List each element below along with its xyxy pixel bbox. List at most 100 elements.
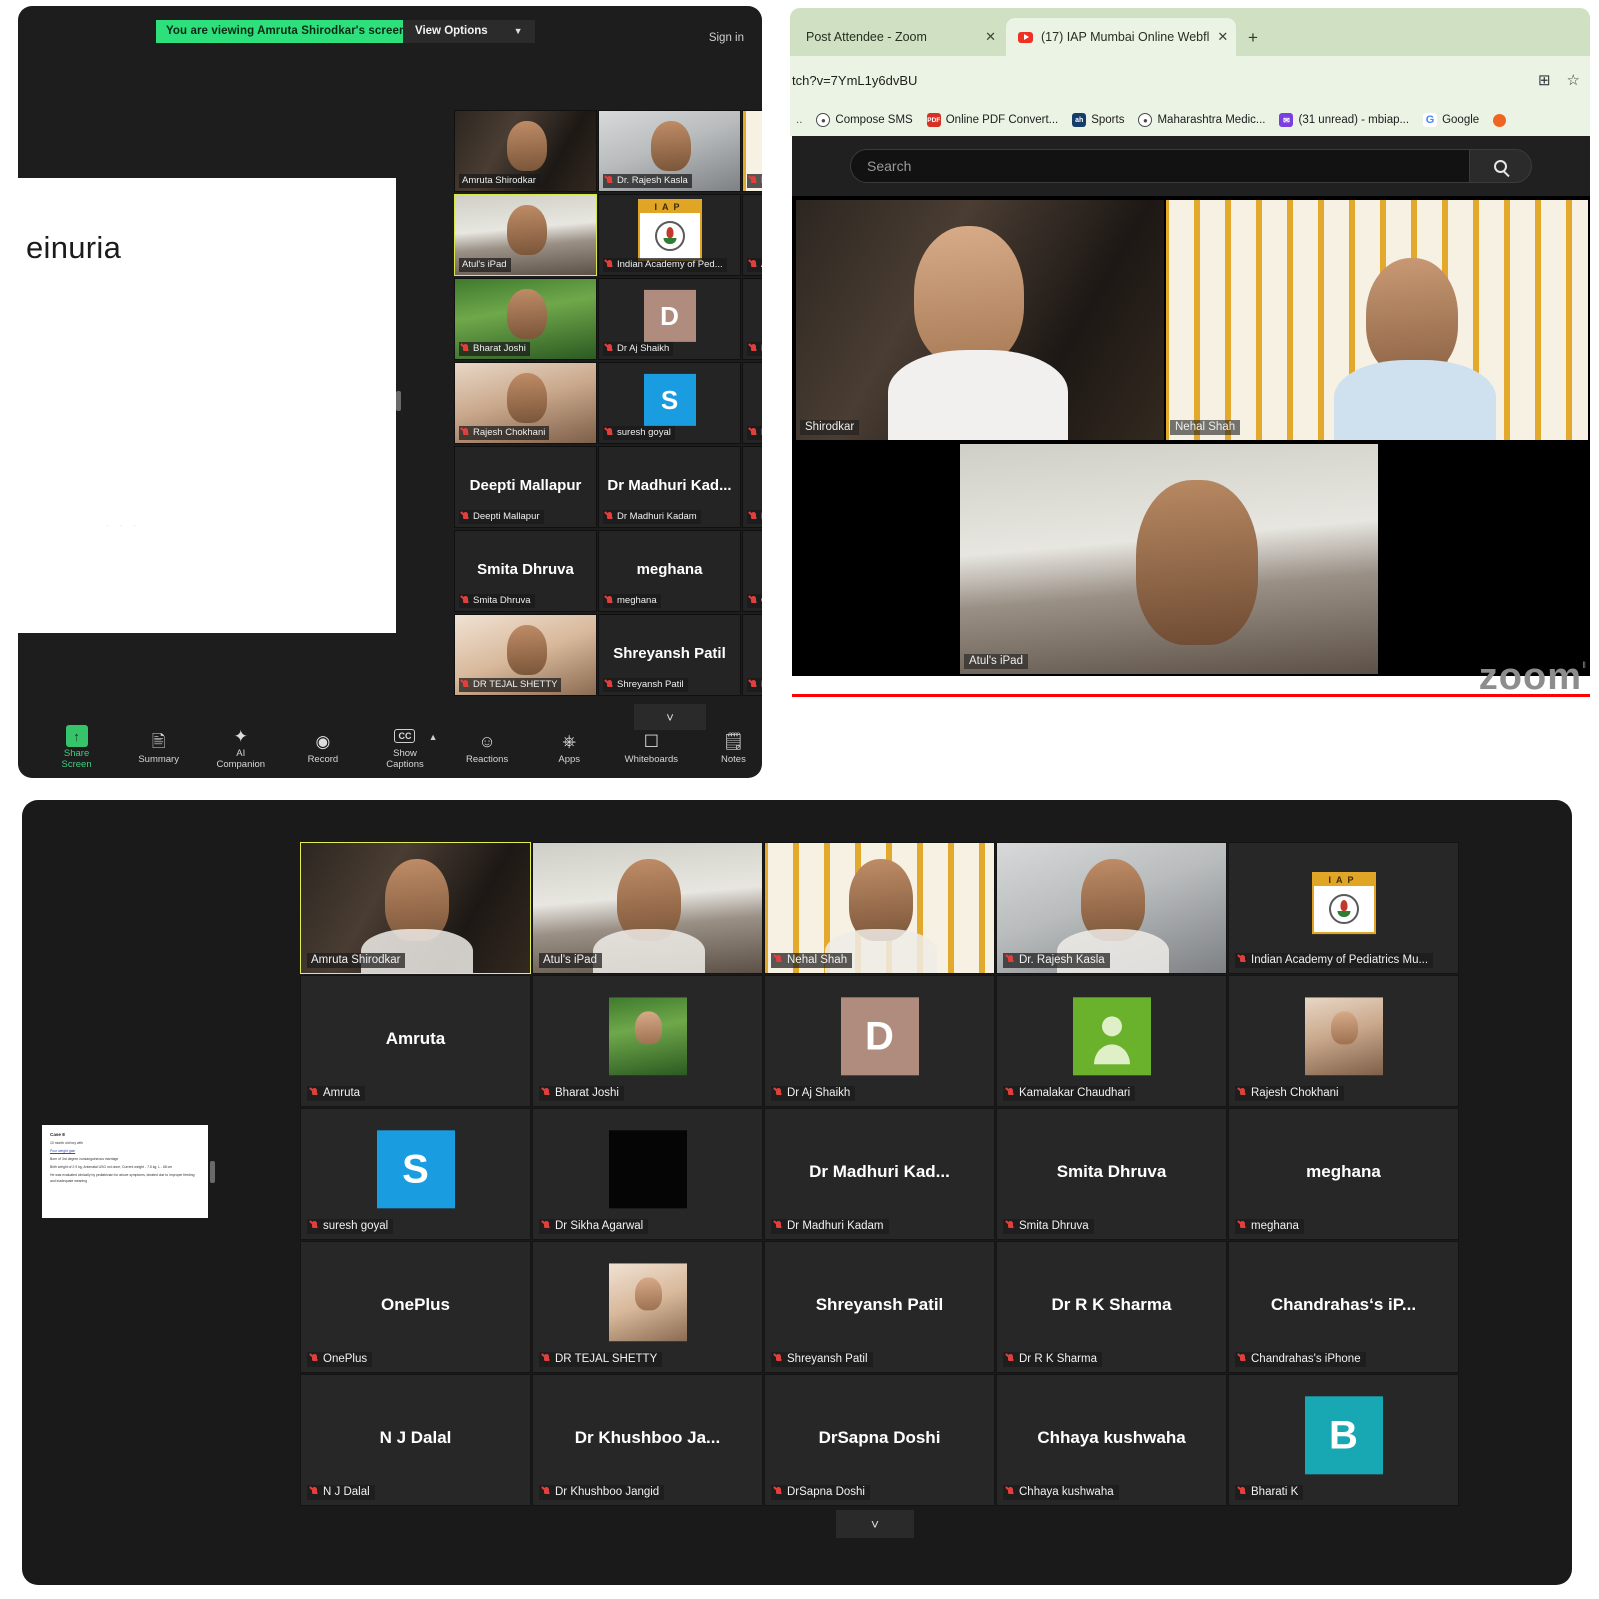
participant-tile[interactable]: Dr R Dr R: [742, 614, 762, 696]
toolbar-notes[interactable]: 🗒 Notes: [705, 730, 762, 765]
search-input[interactable]: Search: [850, 149, 1470, 183]
participant-tile[interactable]: Dr R K Sharma Dr R K Sharma: [996, 1241, 1227, 1373]
participant-tile[interactable]: O OneP: [742, 530, 762, 612]
view-options-button[interactable]: View Options ▼: [403, 20, 535, 43]
toolbar-whiteboards[interactable]: ☐ Whiteboards: [623, 730, 680, 765]
participant-tile[interactable]: DR TEJAL SHETTY: [532, 1241, 763, 1373]
mic-off-icon: [775, 1354, 782, 1364]
toolbar-summary[interactable]: 🖹 Summary: [130, 730, 187, 765]
doc-scroll-grip[interactable]: [210, 1161, 215, 1183]
participant-tile[interactable]: Amruta Amruta: [300, 975, 531, 1107]
participant-tile[interactable]: Bharat Joshi: [454, 278, 597, 360]
participant-tile[interactable]: Dr. S Dr.: [742, 446, 762, 528]
participant-tile[interactable]: Dr Sikha Agarwal: [532, 1108, 763, 1240]
mic-off-icon: [606, 595, 613, 606]
bookmark-compose-sms[interactable]: ● Compose SMS: [816, 113, 913, 127]
bookmark-star-icon[interactable]: ☆: [1567, 71, 1580, 89]
chevron-up-icon[interactable]: ▲: [429, 732, 438, 742]
participant-name-text: Amr: [761, 259, 762, 270]
bookmark-google[interactable]: G Google: [1423, 113, 1479, 127]
participant-display-name: Dr R: [743, 645, 762, 662]
participant-tile[interactable]: Rajesh Chokhani: [454, 362, 597, 444]
livestream-video-stage[interactable]: Shirodkar Nehal Shah Atul's iPad zoom ‖: [792, 196, 1590, 698]
toolbar-share-screen[interactable]: ↑ Share Screen: [48, 724, 105, 770]
sign-in-link[interactable]: Sign in: [709, 32, 744, 44]
participant-tile[interactable]: Dr Khushboo Ja... Dr Khushboo Jangid: [532, 1374, 763, 1506]
participant-tile[interactable]: Kam: [742, 278, 762, 360]
participant-tile[interactable]: Dr. Rajesh Kasla: [996, 842, 1227, 974]
participant-name-text: Chandrahas's iPhone: [1251, 1353, 1361, 1365]
participant-tile[interactable]: meghana meghana: [1228, 1108, 1459, 1240]
participant-name-text: Amruta Shirodkar: [311, 954, 401, 966]
participant-tile[interactable]: Dr Madhuri Kad... Dr Madhuri Kadam: [764, 1108, 995, 1240]
participant-tile[interactable]: OnePlus OnePlus: [300, 1241, 531, 1373]
participant-display-name: Chandrahas‘s iP...: [1270, 1295, 1417, 1314]
toolbar-apps[interactable]: ⎈ Apps: [541, 730, 598, 765]
participant-tile[interactable]: DR TEJAL SHETTY: [454, 614, 597, 696]
participant-name-label: Atul's iPad: [459, 258, 511, 272]
mic-off-icon: [750, 595, 757, 606]
participant-tile[interactable]: D Dr Aj Shaikh: [764, 975, 995, 1107]
participant-tile[interactable]: Dr Sik: [742, 362, 762, 444]
participant-tile[interactable]: Nehal Shah: [764, 842, 995, 974]
participant-tile[interactable]: Amr: [742, 194, 762, 276]
bookmark-maharashtra-medical[interactable]: ● Maharashtra Medic...: [1138, 113, 1265, 127]
browser-tab-zoom[interactable]: Post Attendee - Zoom ✕: [794, 18, 1004, 56]
participant-tile[interactable]: B Bharati K: [1228, 1374, 1459, 1506]
participant-name-text: suresh goyal: [323, 1220, 389, 1232]
participant-tile[interactable]: Dr Madhuri Kad... Dr Madhuri Kadam: [598, 446, 741, 528]
toolbar-ai-companion[interactable]: ✦ AI Companion: [212, 724, 269, 771]
gallery-scroll-down-button-panel-c[interactable]: ˅: [836, 1510, 914, 1538]
participant-name-label: N J Dalal: [307, 1485, 375, 1500]
participant-tile[interactable]: Ssuresh goyal: [300, 1108, 531, 1240]
participant-tile[interactable]: Bharat Joshi: [532, 975, 763, 1107]
search-button[interactable]: [1470, 149, 1532, 183]
participant-tile[interactable]: Atul's iPad: [532, 842, 763, 974]
participant-name-label: Shreyansh Patil: [771, 1352, 873, 1367]
browser-tab-youtube[interactable]: (17) IAP Mumbai Online Webfl ✕: [1006, 18, 1236, 56]
participant-tile[interactable]: Neha: [742, 110, 762, 192]
participant-name-label: Atul's iPad: [539, 953, 602, 968]
close-icon[interactable]: ✕: [1217, 29, 1228, 45]
video-progress-bar[interactable]: [792, 694, 1590, 697]
install-app-icon[interactable]: ⊞: [1538, 71, 1551, 89]
participant-tile[interactable]: Rajesh Chokhani: [1228, 975, 1459, 1107]
bookmark-online-pdf-converter[interactable]: PDF Online PDF Convert...: [926, 113, 1058, 127]
participant-tile[interactable]: Dr. Rajesh Kasla: [598, 110, 741, 192]
toolbar-record[interactable]: ◉ Record: [294, 730, 351, 765]
participant-tile[interactable]: Deepti Mallapur Deepti Mallapur: [454, 446, 597, 528]
participant-tile[interactable]: meghana meghana: [598, 530, 741, 612]
participant-tile[interactable]: Amruta Shirodkar: [454, 110, 597, 192]
participant-name-text: Smita Dhruva: [473, 595, 531, 606]
bookmark-orange[interactable]: [1493, 113, 1507, 127]
participant-tile[interactable]: IAP Indian Academy of Ped...: [598, 194, 741, 276]
participant-tile[interactable]: Smita Dhruva Smita Dhruva: [996, 1108, 1227, 1240]
toolbar-reactions[interactable]: ☺ Reactions: [459, 730, 516, 765]
bookmark-sports[interactable]: ah Sports: [1072, 113, 1124, 127]
participant-tile[interactable]: N J Dalal N J Dalal: [300, 1374, 531, 1506]
participant-tile[interactable]: Amruta Shirodkar: [300, 842, 531, 974]
slide-scroll-grip[interactable]: [396, 391, 401, 411]
person-silhouette: [593, 929, 705, 973]
bookmark-mail-unread[interactable]: ✉ (31 unread) - mbiap...: [1279, 113, 1409, 127]
participant-tile[interactable]: Ssuresh goyal: [598, 362, 741, 444]
close-icon[interactable]: ✕: [985, 29, 996, 45]
person-silhouette: [1334, 360, 1496, 440]
participant-display-name: meghana: [636, 561, 703, 579]
participant-tile[interactable]: Chhaya kushwaha Chhaya kushwaha: [996, 1374, 1227, 1506]
bookmark-overflow[interactable]: ..: [792, 114, 802, 126]
participant-tile[interactable]: Atul's iPad: [454, 194, 597, 276]
participant-tile[interactable]: Smita Dhruva Smita Dhruva: [454, 530, 597, 612]
participant-tile[interactable]: D Dr Aj Shaikh: [598, 278, 741, 360]
participant-tile[interactable]: Shreyansh Patil Shreyansh Patil: [764, 1241, 995, 1373]
participant-tile[interactable]: Kamalakar Chaudhari: [996, 975, 1227, 1107]
mic-off-icon: [750, 511, 757, 522]
participant-tile[interactable]: Chandrahas‘s iP... Chandrahas's iPhone: [1228, 1241, 1459, 1373]
toolbar-show-captions[interactable]: CC ▲ Show Captions: [376, 724, 438, 770]
participant-tile[interactable]: Shreyansh Patil Shreyansh Patil: [598, 614, 741, 696]
address-bar[interactable]: tch?v=7YmL1y6dvBU ⊞ ☆: [790, 56, 1590, 104]
new-tab-button[interactable]: +: [1248, 28, 1258, 48]
shared-document-thumbnail[interactable]: Case 8 10 month old boy with Poor weight…: [42, 1125, 208, 1218]
participant-tile[interactable]: IAP Indian Academy of Pediatrics Mu...: [1228, 842, 1459, 974]
participant-tile[interactable]: DrSapna Doshi DrSapna Doshi: [764, 1374, 995, 1506]
